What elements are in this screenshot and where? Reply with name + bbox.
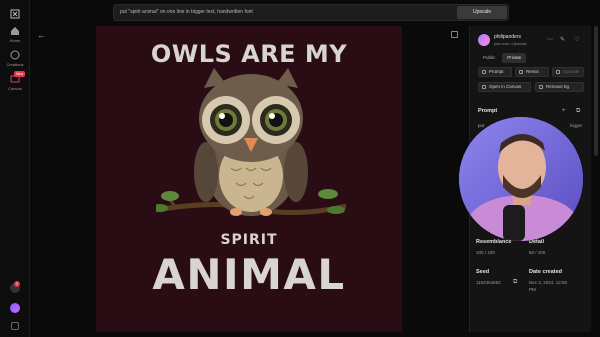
app-logo-icon[interactable] [9, 8, 21, 20]
owl-illustration [156, 68, 346, 216]
user-meta: just now • Upscale [494, 41, 527, 46]
prompt-input[interactable]: put "spirit animal" on one line in bigge… [113, 4, 509, 21]
upscale-button-label: Upscale [563, 69, 580, 74]
panel-scrollbar[interactable] [594, 26, 598, 156]
seed-value: 1162354662 [476, 280, 501, 285]
panel-upscale-button[interactable]: Upscale [552, 67, 584, 77]
prompt-input-value: put "spirit animal" on one line in bigge… [120, 9, 253, 15]
back-arrow-icon[interactable]: ← [37, 30, 46, 40]
open-in-canvas-button[interactable]: Open in Canvas [478, 82, 531, 92]
sidebar: Home Creations New Canvas 2 [0, 0, 30, 337]
resemblance-label: Resemblance [476, 239, 512, 245]
copy-seed-icon[interactable]: ⧉ [513, 279, 517, 286]
collapse-sidebar-icon[interactable] [11, 322, 19, 330]
user-avatar[interactable] [478, 34, 490, 46]
art-title-line1: OWLS ARE MY [150, 40, 348, 68]
sidebar-item-label: Creations [6, 62, 24, 67]
art-title-line2: SPIRIT [220, 232, 278, 248]
date-created-value: Dec 4, 2024, 12:56 [529, 280, 568, 285]
presenter-video-icon [459, 117, 583, 241]
detail-value: 50 / 100 [529, 250, 546, 255]
prompt-snippet-end: bigger [570, 123, 583, 128]
info-panel-icon[interactable] [451, 31, 458, 38]
tab-public[interactable]: Public [478, 53, 500, 63]
resemblance-value: 100 / 100 [476, 250, 495, 255]
prompt-section-label: Prompt [478, 108, 498, 114]
remove-bg-button[interactable]: Remove bg [535, 82, 584, 92]
new-badge: New [14, 71, 26, 77]
sidebar-item-creations[interactable]: Creations [0, 50, 30, 67]
visibility-tabs: Public Private [478, 53, 527, 63]
sidebar-item-label: Canvas [8, 86, 22, 91]
home-icon [11, 27, 19, 35]
copy-icon[interactable]: ⧉ [576, 108, 580, 115]
user-name: philipanders [494, 34, 521, 40]
heart-icon[interactable]: ♡ [574, 36, 579, 43]
webcam-overlay [459, 117, 583, 241]
open-in-canvas-label: Open in Canvas [489, 84, 522, 89]
sidebar-item-home[interactable]: Home [0, 26, 30, 43]
date-created-label: Date created [529, 269, 563, 275]
canvas-icon [482, 85, 486, 89]
seed-label: Seed [476, 269, 490, 275]
prompt-button-label: Prompt [489, 69, 504, 74]
remix-button[interactable]: Remix [515, 67, 549, 77]
add-icon[interactable]: + [562, 108, 566, 114]
prompt-icon [482, 70, 486, 74]
remix-button-label: Remix [526, 69, 539, 74]
sidebar-item-label: Home [9, 38, 21, 43]
account-avatar[interactable] [10, 303, 20, 313]
tab-private[interactable]: Private [502, 53, 527, 63]
notification-count-badge: 2 [14, 281, 20, 287]
generated-image: OWLS ARE MY SPIRIT ANIMAL [96, 26, 402, 332]
creations-icon [10, 50, 20, 60]
remove-bg-label: Remove bg [546, 84, 570, 89]
remix-icon [519, 70, 523, 74]
date-created-value-cont: PM [529, 287, 536, 292]
prompt-button[interactable]: Prompt [478, 67, 512, 77]
art-title-line3: ANIMAL [152, 250, 346, 299]
edit-icon[interactable]: ✎ [560, 36, 565, 43]
prompt-snippet: put [478, 123, 485, 128]
more-options-icon[interactable]: ⋯ [547, 36, 553, 43]
upscale-button[interactable]: Upscale [457, 6, 507, 19]
upscale-icon [556, 70, 560, 74]
remove-bg-icon [539, 85, 543, 89]
sidebar-item-canvas[interactable]: New Canvas [0, 71, 30, 91]
